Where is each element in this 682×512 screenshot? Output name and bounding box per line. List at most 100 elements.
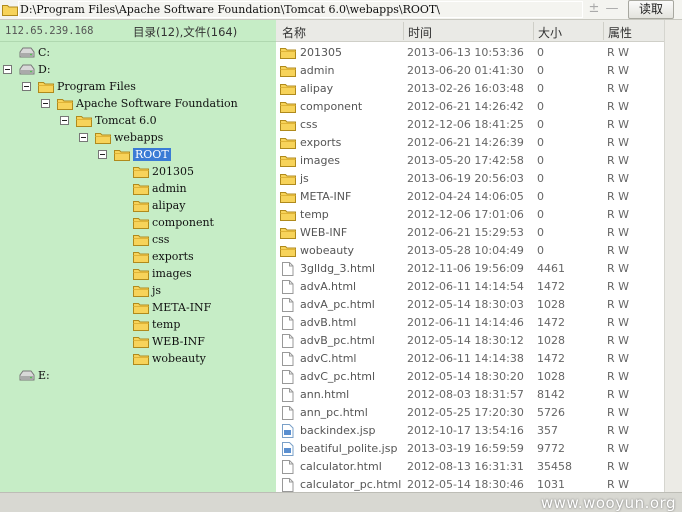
dir-file-count: 目录(12),文件(164) xyxy=(133,25,238,39)
tree-label[interactable]: wobeauty xyxy=(152,352,206,365)
file-time: 2013-03-19 16:59:59 xyxy=(407,442,524,455)
file-attr: R W xyxy=(607,82,630,95)
folder-row[interactable]: exports 2012-06-21 14:26:39 0 R W xyxy=(276,134,664,152)
column-name[interactable]: 名称 xyxy=(282,24,306,41)
file-size: 1028 xyxy=(537,298,565,311)
file-name: calculator.html xyxy=(300,460,382,473)
file-row[interactable]: beatiful_polite.jsp 2013-03-19 16:59:59 97… xyxy=(276,440,664,458)
file-name: wobeauty xyxy=(300,244,355,257)
collapse-toggle-icon[interactable] xyxy=(79,133,88,142)
tree-label[interactable]: D: xyxy=(38,63,51,76)
column-divider[interactable] xyxy=(403,22,404,40)
folder-icon xyxy=(133,184,149,195)
tree-label[interactable]: ROOT xyxy=(133,148,171,161)
folder-row[interactable]: temp 2012-12-06 17:01:06 0 R W xyxy=(276,206,664,224)
column-size[interactable]: 大小 xyxy=(538,24,562,41)
tree-label[interactable]: Apache Software Foundation xyxy=(76,97,238,110)
collapse-toggle-icon[interactable] xyxy=(41,99,50,108)
collapse-toggle-icon[interactable] xyxy=(22,82,31,91)
folder-row[interactable]: css 2012-12-06 18:41:25 0 R W xyxy=(276,116,664,134)
file-name: temp xyxy=(300,208,329,221)
tree-label[interactable]: 201305 xyxy=(152,165,194,178)
file-row[interactable]: advA.html 2012-06-11 14:14:54 1472 R W xyxy=(276,278,664,296)
tree-label[interactable]: Tomcat 6.0 xyxy=(95,114,157,127)
folder-row[interactable]: js 2013-06-19 20:56:03 0 R W xyxy=(276,170,664,188)
file-size: 1472 xyxy=(537,280,565,293)
read-button[interactable]: 读取 xyxy=(628,0,674,19)
expand-button[interactable]: ± xyxy=(587,1,601,17)
folder-icon xyxy=(280,120,296,131)
file-row[interactable]: advB_pc.html 2012-05-14 18:30:12 1028 R W xyxy=(276,332,664,350)
file-icon xyxy=(282,334,294,348)
directory-tree-panel: 112.65.239.168 目录(12),文件(164) C: D: Progra… xyxy=(0,20,276,492)
folder-row[interactable]: admin 2013-06-20 01:41:30 0 R W xyxy=(276,62,664,80)
folder-row[interactable]: component 2012-06-21 14:26:42 0 R W xyxy=(276,98,664,116)
tree-label[interactable]: alipay xyxy=(152,199,185,212)
tree-label[interactable]: admin xyxy=(152,182,187,195)
tree-label[interactable]: C: xyxy=(38,46,50,59)
folder-icon xyxy=(133,167,149,178)
folder-row[interactable]: META-INF 2012-04-24 14:06:05 0 R W xyxy=(276,188,664,206)
folder-icon xyxy=(114,150,130,161)
file-row[interactable]: backindex.jsp 2012-10-17 13:54:16 357 R W xyxy=(276,422,664,440)
file-row[interactable]: 3glldg_3.html 2012-11-06 19:56:09 4461 R W xyxy=(276,260,664,278)
column-divider[interactable] xyxy=(533,22,534,40)
file-row[interactable]: ann.html 2012-08-03 18:31:57 8142 R W xyxy=(276,386,664,404)
file-name: beatiful_polite.jsp xyxy=(300,442,398,455)
collapse-button[interactable]: — xyxy=(605,1,619,17)
folder-row[interactable]: images 2013-05-20 17:42:58 0 R W xyxy=(276,152,664,170)
folder-icon xyxy=(133,320,149,331)
file-name: META-INF xyxy=(300,190,352,203)
column-time[interactable]: 时间 xyxy=(408,24,432,41)
file-row[interactable]: calculator.html 2012-08-13 16:31:31 35458 R… xyxy=(276,458,664,476)
collapse-toggle-icon[interactable] xyxy=(60,116,69,125)
file-row[interactable]: advC.html 2012-06-11 14:14:38 1472 R W xyxy=(276,350,664,368)
jsp-file-icon xyxy=(282,442,294,456)
folder-icon xyxy=(2,5,18,16)
file-row[interactable]: advA_pc.html 2012-05-14 18:30:03 1028 R W xyxy=(276,296,664,314)
file-time: 2012-08-13 16:31:31 xyxy=(407,460,524,473)
tree-label[interactable]: E: xyxy=(38,369,50,382)
file-time: 2013-05-20 17:42:58 xyxy=(407,154,524,167)
vertical-scrollbar[interactable] xyxy=(664,20,682,492)
folder-row[interactable]: wobeauty 2013-05-28 10:04:49 0 R W xyxy=(276,242,664,260)
file-name: css xyxy=(300,118,318,131)
file-attr: R W xyxy=(607,136,630,149)
collapse-toggle-icon[interactable] xyxy=(98,150,107,159)
tree-label[interactable]: WEB-INF xyxy=(152,335,205,348)
tree-label[interactable]: META-INF xyxy=(152,301,211,314)
column-divider[interactable] xyxy=(603,22,604,40)
tree-label[interactable]: Program Files xyxy=(57,80,136,93)
folder-icon xyxy=(133,201,149,212)
folder-icon xyxy=(280,48,296,59)
tree-label[interactable]: component xyxy=(152,216,214,229)
file-size: 1472 xyxy=(537,352,565,365)
tree-label[interactable]: exports xyxy=(152,250,194,263)
jsp-file-icon xyxy=(282,424,294,438)
collapse-toggle-icon[interactable] xyxy=(3,65,12,74)
file-size: 0 xyxy=(537,64,544,77)
folder-row[interactable]: WEB-INF 2012-06-21 15:29:53 0 R W xyxy=(276,224,664,242)
file-row[interactable]: ann_pc.html 2012-05-25 17:20:30 5726 R W xyxy=(276,404,664,422)
file-row[interactable]: advB.html 2012-06-11 14:14:46 1472 R W xyxy=(276,314,664,332)
tree-header: 112.65.239.168 目录(12),文件(164) xyxy=(0,20,276,42)
tree-label[interactable]: images xyxy=(152,267,192,280)
folder-icon xyxy=(280,156,296,167)
folder-icon xyxy=(133,303,149,314)
file-row[interactable]: calculator_pc.html 2012-05-14 18:30:46 103… xyxy=(276,476,664,492)
folder-row[interactable]: 201305 2013-06-13 10:53:36 0 R W xyxy=(276,44,664,62)
file-name: 3glldg_3.html xyxy=(300,262,376,275)
tree-label[interactable]: js xyxy=(152,284,161,297)
file-row[interactable]: advC_pc.html 2012-05-14 18:30:20 1028 R W xyxy=(276,368,664,386)
tree-label[interactable]: css xyxy=(152,233,169,246)
folder-icon xyxy=(280,174,296,185)
file-size: 357 xyxy=(537,424,558,437)
file-attr: R W xyxy=(607,442,630,455)
file-attr: R W xyxy=(607,316,630,329)
column-attr[interactable]: 属性 xyxy=(608,24,632,41)
tree-label[interactable]: webapps xyxy=(114,131,163,144)
tree-label[interactable]: temp xyxy=(152,318,180,331)
file-name: admin xyxy=(300,64,335,77)
file-name: alipay xyxy=(300,82,334,95)
folder-row[interactable]: alipay 2013-02-26 16:03:48 0 R W xyxy=(276,80,664,98)
